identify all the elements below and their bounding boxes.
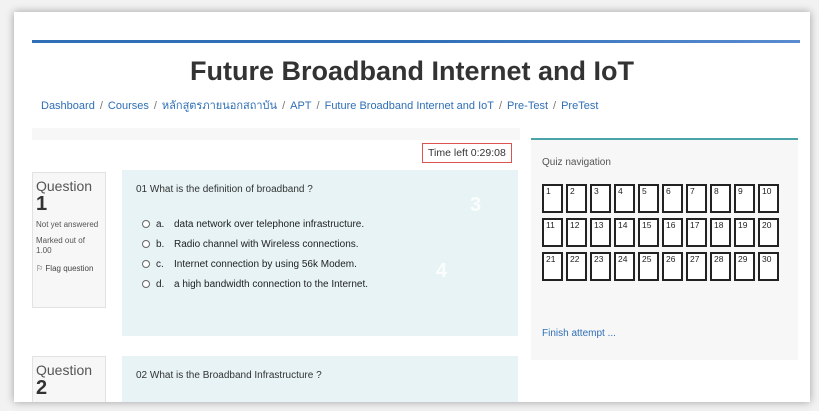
time-left-badge: Time left 0:29:08 [422, 143, 512, 163]
quiz-nav-button-1[interactable]: 1 [542, 184, 563, 213]
answer-letter: a. [156, 218, 165, 230]
quiz-nav-button-11[interactable]: 11 [542, 218, 563, 247]
quiz-navigation-panel: Quiz navigation 1 2 3 4 5 6 7 8 9 10 11 12 13 14 15 16 1… [531, 138, 798, 360]
question-watermark-4: 4 [436, 260, 448, 282]
flag-question-link[interactable]: ⚐ Flag question [36, 264, 101, 273]
content-top-strip [32, 128, 520, 140]
quiz-nav-button-10[interactable]: 10 [758, 184, 779, 213]
quiz-nav-button-28[interactable]: 28 [710, 252, 731, 281]
question-content-2: 02 What is the Broadband Infrastructure … [122, 356, 518, 402]
breadcrumb-separator: / [498, 100, 503, 112]
quiz-nav-button-20[interactable]: 20 [758, 218, 779, 247]
question-number: 1 [36, 193, 48, 215]
answer-option-d[interactable]: d. a high bandwidth connection to the In… [142, 274, 368, 294]
quiz-nav-button-3[interactable]: 3 [590, 184, 611, 213]
breadcrumb-pretest-section[interactable]: Pre-Test [507, 100, 548, 112]
question-info-1: Question 1 Not yet answered Marked out o… [32, 172, 106, 308]
quiz-nav-button-5[interactable]: 5 [638, 184, 659, 213]
answer-list: a. data network over telephone infrastru… [142, 214, 368, 294]
question-text: 01 What is the definition of broadband ? [136, 184, 313, 195]
quiz-nav-button-2[interactable]: 2 [566, 184, 587, 213]
quiz-nav-button-7[interactable]: 7 [686, 184, 707, 213]
quiz-nav-button-23[interactable]: 23 [590, 252, 611, 281]
breadcrumb-apt[interactable]: APT [290, 100, 311, 112]
quiz-nav-button-19[interactable]: 19 [734, 218, 755, 247]
question-content-1: 01 What is the definition of broadband ?… [122, 170, 518, 336]
quiz-nav-button-13[interactable]: 13 [590, 218, 611, 247]
radio-button[interactable] [142, 220, 150, 228]
answer-text: Radio channel with Wireless connections. [174, 238, 359, 250]
radio-button[interactable] [142, 260, 150, 268]
quiz-nav-button-22[interactable]: 22 [566, 252, 587, 281]
answer-option-a[interactable]: a. data network over telephone infrastru… [142, 214, 368, 234]
quiz-nav-button-24[interactable]: 24 [614, 252, 635, 281]
header-accent-bar [32, 40, 800, 43]
quiz-nav-button-9[interactable]: 9 [734, 184, 755, 213]
breadcrumb-separator: / [153, 100, 157, 112]
breadcrumb-category[interactable]: หลักสูตรภายนอกสถาบัน [162, 100, 277, 112]
question-label: Question [36, 178, 93, 194]
radio-button[interactable] [142, 240, 150, 248]
radio-button[interactable] [142, 280, 150, 288]
breadcrumb-pretest[interactable]: PreTest [561, 100, 598, 112]
quiz-nav-button-30[interactable]: 30 [758, 252, 779, 281]
quiz-nav-button-15[interactable]: 15 [638, 218, 659, 247]
quiz-nav-button-18[interactable]: 18 [710, 218, 731, 247]
answer-text: a high bandwidth connection to the Inter… [174, 278, 369, 290]
quiz-nav-button-21[interactable]: 21 [542, 252, 563, 281]
quiz-navigation-title: Quiz navigation [542, 157, 611, 168]
answer-letter: c. [156, 258, 164, 270]
flag-question-label: Flag question [45, 264, 94, 273]
breadcrumb-separator: / [553, 100, 557, 112]
quiz-nav-button-17[interactable]: 17 [686, 218, 707, 247]
breadcrumb: Dashboard / Courses / หลักสูตรภายนอกสถาบัน / A… [41, 96, 598, 114]
quiz-nav-button-6[interactable]: 6 [662, 184, 683, 213]
quiz-nav-button-25[interactable]: 25 [638, 252, 659, 281]
breadcrumb-course[interactable]: Future Broadband Internet and IoT [325, 100, 494, 112]
question-label: Question [36, 362, 93, 378]
quiz-nav-button-27[interactable]: 27 [686, 252, 707, 281]
answer-option-b[interactable]: b. Radio channel with Wireless connectio… [142, 234, 368, 254]
question-number: 2 [36, 377, 48, 399]
flag-icon: ⚐ [36, 264, 44, 273]
browser-frame: Future Broadband Internet and IoT Dashbo… [14, 12, 810, 402]
answer-text: Internet connection by using 56k Modem. [174, 258, 357, 270]
breadcrumb-separator: / [316, 100, 320, 112]
question-status: Not yet answered [36, 220, 99, 229]
page-title: Future Broadband Internet and IoT [190, 56, 634, 86]
breadcrumb-separator: / [99, 100, 103, 112]
breadcrumb-courses[interactable]: Courses [108, 100, 149, 112]
answer-letter: d. [156, 278, 165, 290]
question-text: 02 What is the Broadband Infrastructure … [136, 370, 322, 381]
quiz-nav-button-8[interactable]: 8 [710, 184, 731, 213]
quiz-nav-button-29[interactable]: 29 [734, 252, 755, 281]
quiz-nav-button-4[interactable]: 4 [614, 184, 635, 213]
quiz-nav-button-26[interactable]: 26 [662, 252, 683, 281]
quiz-nav-button-14[interactable]: 14 [614, 218, 635, 247]
finish-attempt-link[interactable]: Finish attempt ... [542, 328, 616, 339]
quiz-nav-button-12[interactable]: 12 [566, 218, 587, 247]
breadcrumb-separator: / [282, 100, 286, 112]
question-marks: Marked out of 1.00 [36, 236, 85, 255]
breadcrumb-dashboard[interactable]: Dashboard [41, 100, 95, 112]
quiz-navigation-grid: 1 2 3 4 5 6 7 8 9 10 11 12 13 14 15 16 17 18 19 20 21 22 23 24 2… [542, 184, 792, 281]
question-watermark-3: 3 [470, 194, 482, 216]
question-info-2: Question 2 [32, 356, 106, 402]
answer-text: data network over telephone infrastructu… [174, 218, 365, 230]
answer-letter: b. [156, 238, 165, 250]
quiz-nav-button-16[interactable]: 16 [662, 218, 683, 247]
answer-option-c[interactable]: c. Internet connection by using 56k Mode… [142, 254, 368, 274]
